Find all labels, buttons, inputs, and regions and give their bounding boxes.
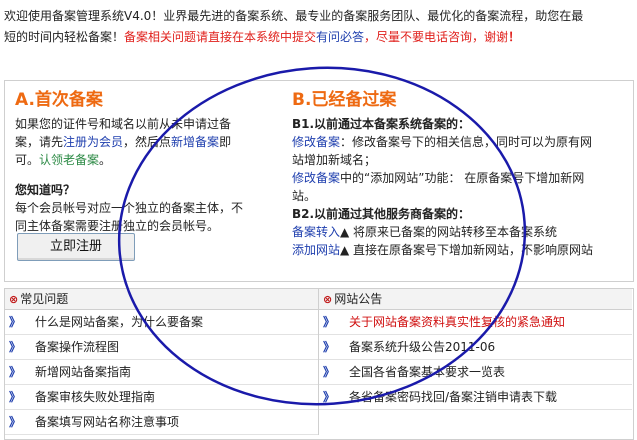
double-arrow-icon: 》 (9, 415, 22, 429)
faq-row[interactable]: 》备案操作流程图 (5, 335, 318, 360)
b2-line1-text: ▲ 将原来已备案的网站转移至本备案系统 (340, 225, 558, 239)
notice-item-text: 各省备案密码找回/备案注销申请表下载 (349, 390, 558, 404)
intro-line2-b: 备案相关问题请直接在本系统中提交 (124, 30, 317, 44)
faq-item-text: 新增网站备案指南 (35, 365, 132, 379)
notice-item-text: 关于网站备案资料真实性复核的紧急通知 (349, 315, 566, 329)
ask-link[interactable]: 有问必答 (316, 30, 364, 44)
first-filing-desc-1: 如果您的证件号和域名以前从未申请过备 (15, 117, 232, 131)
register-member-link[interactable]: 注册为会员 (63, 135, 123, 149)
existing-filing-section: B.已经备过案 B1.以前通过本备案系统备案的： 修改备案：修改备案号下的相关信… (292, 89, 632, 259)
filing-panel: A.首次备案 如果您的证件号和域名以前从未申请过备 案，请先注册为会员，然后点新… (4, 80, 634, 282)
did-you-know-text: 每个会员帐号对应一个独立的备案主体，不 同主体备案需要注册独立的会员帐号。 (15, 199, 280, 235)
b1-line4-text: 站。 (292, 189, 317, 203)
notice-row[interactable]: 》备案系统升级公告2011-06 (319, 335, 632, 360)
faq-list: ⊗ 常见问题 》什么是网站备案，为什么要备案 》备案操作流程图 》新增网站备案指南… (5, 289, 319, 435)
double-arrow-icon: 》 (323, 315, 336, 329)
new-filing-link[interactable]: 新增备案 (171, 135, 219, 149)
notice-item-text: 全国各省备案基本要求一览表 (349, 365, 506, 379)
faq-item-text: 备案操作流程图 (35, 340, 120, 354)
notice-title: 网站公告 (334, 292, 383, 306)
notice-header: ⊗ 网站公告 (319, 289, 632, 310)
b2-line2-text: ▲ 直接在原备案号下增加新网站，不影响原网站 (340, 243, 594, 257)
intro-line1: 欢迎使用备案管理系统V4.0！业界最先进的备案系统、最专业的备案服务团队、最优化… (4, 9, 584, 23)
double-arrow-icon: 》 (323, 365, 336, 379)
faq-row[interactable]: 》备案填写网站名称注意事项 (5, 410, 318, 435)
intro-line2-c: ，尽量不要电话咨询，谢谢 (364, 30, 509, 44)
first-filing-desc: 如果您的证件号和域名以前从未申请过备 案，请先注册为会员，然后点新增备案即 可。… (15, 115, 280, 169)
intro-line2: 短的时间内轻松备案！备案相关问题请直接在本系统中提交有问必答，尽量不要电话咨询，… (4, 27, 634, 48)
faq-title: 常见问题 (20, 292, 69, 306)
faq-item-text: 备案审核失败处理指南 (35, 390, 156, 404)
faq-item-text: 备案填写网站名称注意事项 (35, 415, 180, 429)
bullet-x-icon: ⊗ (323, 293, 333, 306)
double-arrow-icon: 》 (9, 365, 22, 379)
faq-item-text: 什么是网站备案，为什么要备案 (35, 315, 204, 329)
did-you-know-line1: 每个会员帐号对应一个独立的备案主体，不 (15, 201, 244, 215)
notice-list: ⊗ 网站公告 》关于网站备案资料真实性复核的紧急通知 》备案系统升级公告2011-… (319, 289, 632, 410)
lists-area: ⊗ 常见问题 》什么是网站备案，为什么要备案 》备案操作流程图 》新增网站备案指南… (4, 288, 634, 440)
notice-row[interactable]: 》关于网站备案资料真实性复核的紧急通知 (319, 310, 632, 335)
modify-filing-link-2[interactable]: 修改备案 (292, 171, 340, 185)
existing-filing-body: B1.以前通过本备案系统备案的： 修改备案：修改备案号下的相关信息，同时可以为原… (292, 115, 632, 259)
add-website-link[interactable]: 添加网站 (292, 243, 340, 257)
bullet-x-icon: ⊗ (9, 293, 19, 306)
intro-text: 欢迎使用备案管理系统V4.0！业界最先进的备案系统、最专业的备案服务团队、最优化… (4, 6, 634, 48)
b1-title: B1.以前通过本备案系统备案的： (292, 117, 471, 131)
faq-row[interactable]: 》新增网站备案指南 (5, 360, 318, 385)
first-filing-section: A.首次备案 如果您的证件号和域名以前从未申请过备 案，请先注册为会员，然后点新… (15, 89, 280, 235)
register-now-button[interactable]: 立即注册 (17, 233, 135, 261)
notice-row[interactable]: 》全国各省备案基本要求一览表 (319, 360, 632, 385)
double-arrow-icon: 》 (9, 315, 22, 329)
b1-line2-text: 站增加新域名； (292, 153, 377, 167)
first-filing-desc-5: 可。 (15, 153, 40, 167)
notice-item-text: 备案系统升级公告2011-06 (349, 340, 496, 354)
b2-title: B2.以前通过其他服务商备案的： (292, 207, 471, 221)
b1-line1-text: ：修改备案号下的相关信息，同时可以为原有网 (340, 135, 593, 149)
did-you-know-title: 您知道吗？ (15, 183, 76, 197)
first-filing-title: A.首次备案 (15, 90, 103, 110)
intro-line2-end: ！ (508, 30, 521, 44)
notice-row[interactable]: 》各省备案密码找回/备案注销申请表下载 (319, 385, 632, 410)
b1-line3-text: 中的“添加网站”功能： 在原备案号下增加新网 (340, 171, 585, 185)
first-filing-desc-4: 即 (219, 135, 232, 149)
claim-old-filing-link[interactable]: 认领老备案 (39, 153, 99, 167)
faq-row[interactable]: 》备案审核失败处理指南 (5, 385, 318, 410)
first-filing-desc-3: ，然后点 (123, 135, 172, 149)
faq-header: ⊗ 常见问题 (5, 289, 318, 310)
intro-line2-a: 短的时间内轻松备案！ (4, 30, 125, 44)
modify-filing-link[interactable]: 修改备案 (292, 135, 340, 149)
did-you-know-line2: 同主体备案需要注册独立的会员帐号。 (15, 219, 220, 233)
double-arrow-icon: 》 (323, 340, 336, 354)
first-filing-desc-2: 案，请先 (15, 135, 64, 149)
double-arrow-icon: 》 (9, 340, 22, 354)
double-arrow-icon: 》 (323, 390, 336, 404)
first-filing-desc-6: 。 (99, 153, 112, 167)
existing-filing-title: B.已经备过案 (292, 90, 397, 110)
faq-row[interactable]: 》什么是网站备案，为什么要备案 (5, 310, 318, 335)
transfer-filing-link[interactable]: 备案转入 (292, 225, 340, 239)
double-arrow-icon: 》 (9, 390, 22, 404)
